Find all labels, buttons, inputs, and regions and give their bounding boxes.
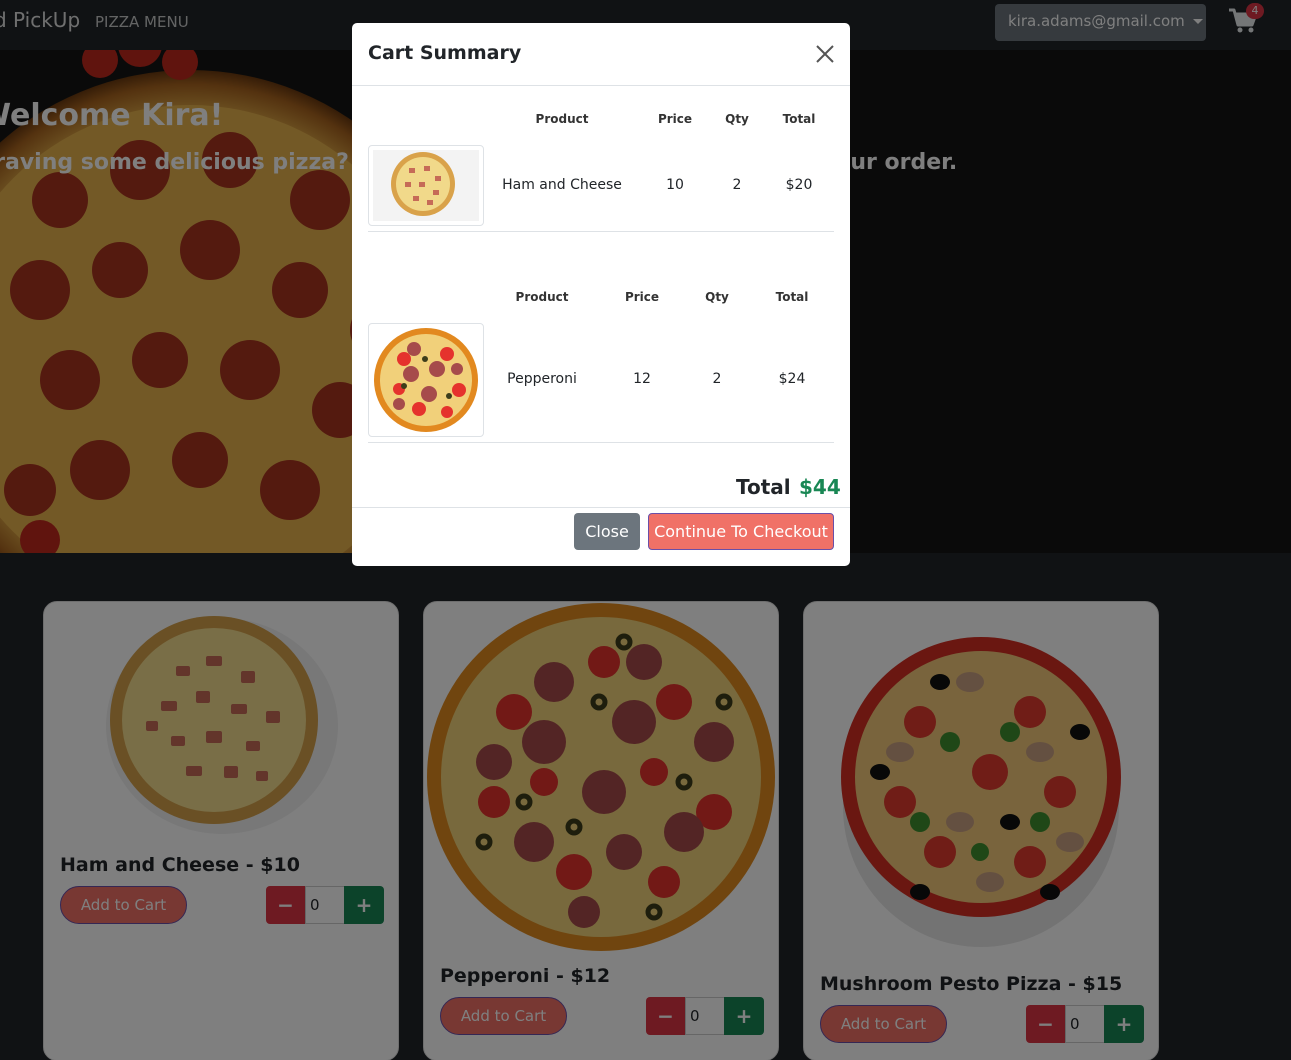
column-header-price: Price (624, 290, 660, 304)
modal-footer-divider (352, 507, 850, 508)
cart-item-qty: 2 (712, 371, 722, 387)
column-header-qty: Qty (705, 290, 729, 304)
close-button[interactable]: Close (574, 513, 640, 550)
cart-item-price: 10 (666, 177, 684, 193)
cart-item-total: $20 (785, 177, 813, 193)
continue-to-checkout-button[interactable]: Continue To Checkout (648, 513, 834, 550)
cart-item-name: Pepperoni (507, 371, 577, 387)
column-header-product: Product (535, 112, 589, 126)
pepperoni-thumbnail-image (374, 328, 478, 432)
column-header-qty: Qty (725, 112, 749, 126)
close-icon[interactable] (814, 43, 836, 65)
column-header-total: Total (775, 290, 809, 304)
column-header-total: Total (782, 112, 816, 126)
product-thumbnail (368, 323, 484, 437)
product-thumbnail (368, 145, 484, 226)
order-total-value: $44 (799, 475, 841, 499)
cart-summary-modal: Cart Summary Product Price Qty Total Ham… (352, 23, 850, 566)
modal-header: Cart Summary (352, 23, 850, 86)
modal-title: Cart Summary (368, 42, 522, 64)
column-header-product: Product (515, 290, 569, 304)
cart-item-total: $24 (778, 371, 806, 387)
order-total-label: Total (736, 475, 791, 499)
cart-item-qty: 2 (732, 177, 742, 193)
column-header-price: Price (657, 112, 693, 126)
cart-item-price: 12 (633, 371, 651, 387)
ham-and-cheese-thumbnail-image (373, 150, 479, 221)
row-divider (368, 442, 834, 443)
cart-item-name: Ham and Cheese (502, 177, 622, 193)
row-divider (368, 231, 834, 232)
